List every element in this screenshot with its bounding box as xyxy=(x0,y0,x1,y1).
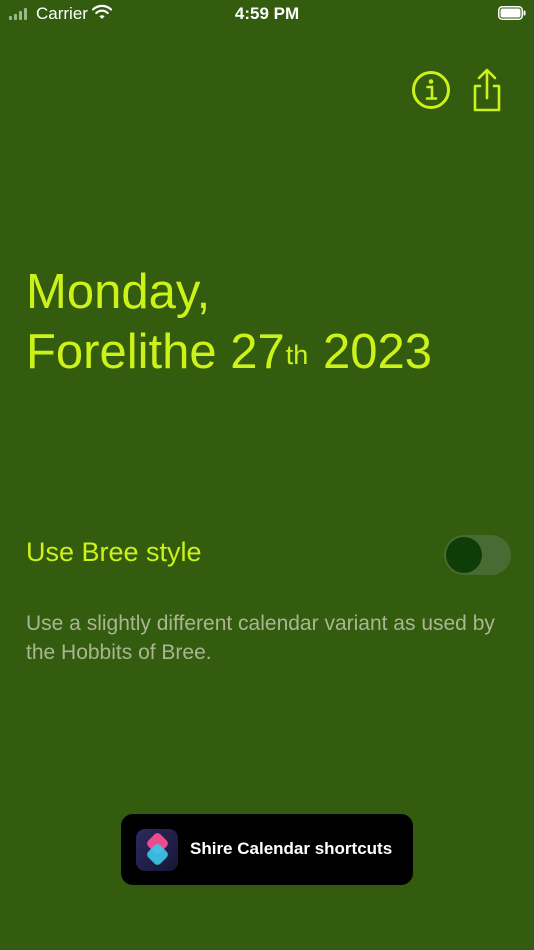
bree-style-label: Use Bree style xyxy=(26,537,202,567)
weekday-label: Monday, xyxy=(26,265,211,319)
bree-style-description: Use a slightly different calendar varian… xyxy=(26,612,495,664)
share-button[interactable] xyxy=(467,68,507,112)
status-time: 4:59 PM xyxy=(234,4,300,23)
shire-date-title: Monday, Forelithe 27th 2023 xyxy=(26,262,432,382)
shortcuts-button[interactable]: Shire Calendar shortcuts xyxy=(121,814,413,885)
share-icon xyxy=(473,68,501,112)
shortcuts-label: Shire Calendar shortcuts xyxy=(190,839,393,858)
bree-style-toggle[interactable] xyxy=(444,535,511,575)
month-label: Forelithe xyxy=(26,325,217,379)
ordinal-suffix: th xyxy=(285,340,309,370)
day-label: 27 xyxy=(230,325,285,379)
shortcuts-app-icon xyxy=(136,829,178,871)
year-label: 2023 xyxy=(322,325,432,379)
info-button[interactable] xyxy=(411,68,451,112)
info-circle-icon xyxy=(412,71,450,109)
toggle-knob xyxy=(446,537,482,573)
status-bar: Carrier 4:59 PM xyxy=(0,0,534,30)
battery-icon xyxy=(498,6,526,20)
